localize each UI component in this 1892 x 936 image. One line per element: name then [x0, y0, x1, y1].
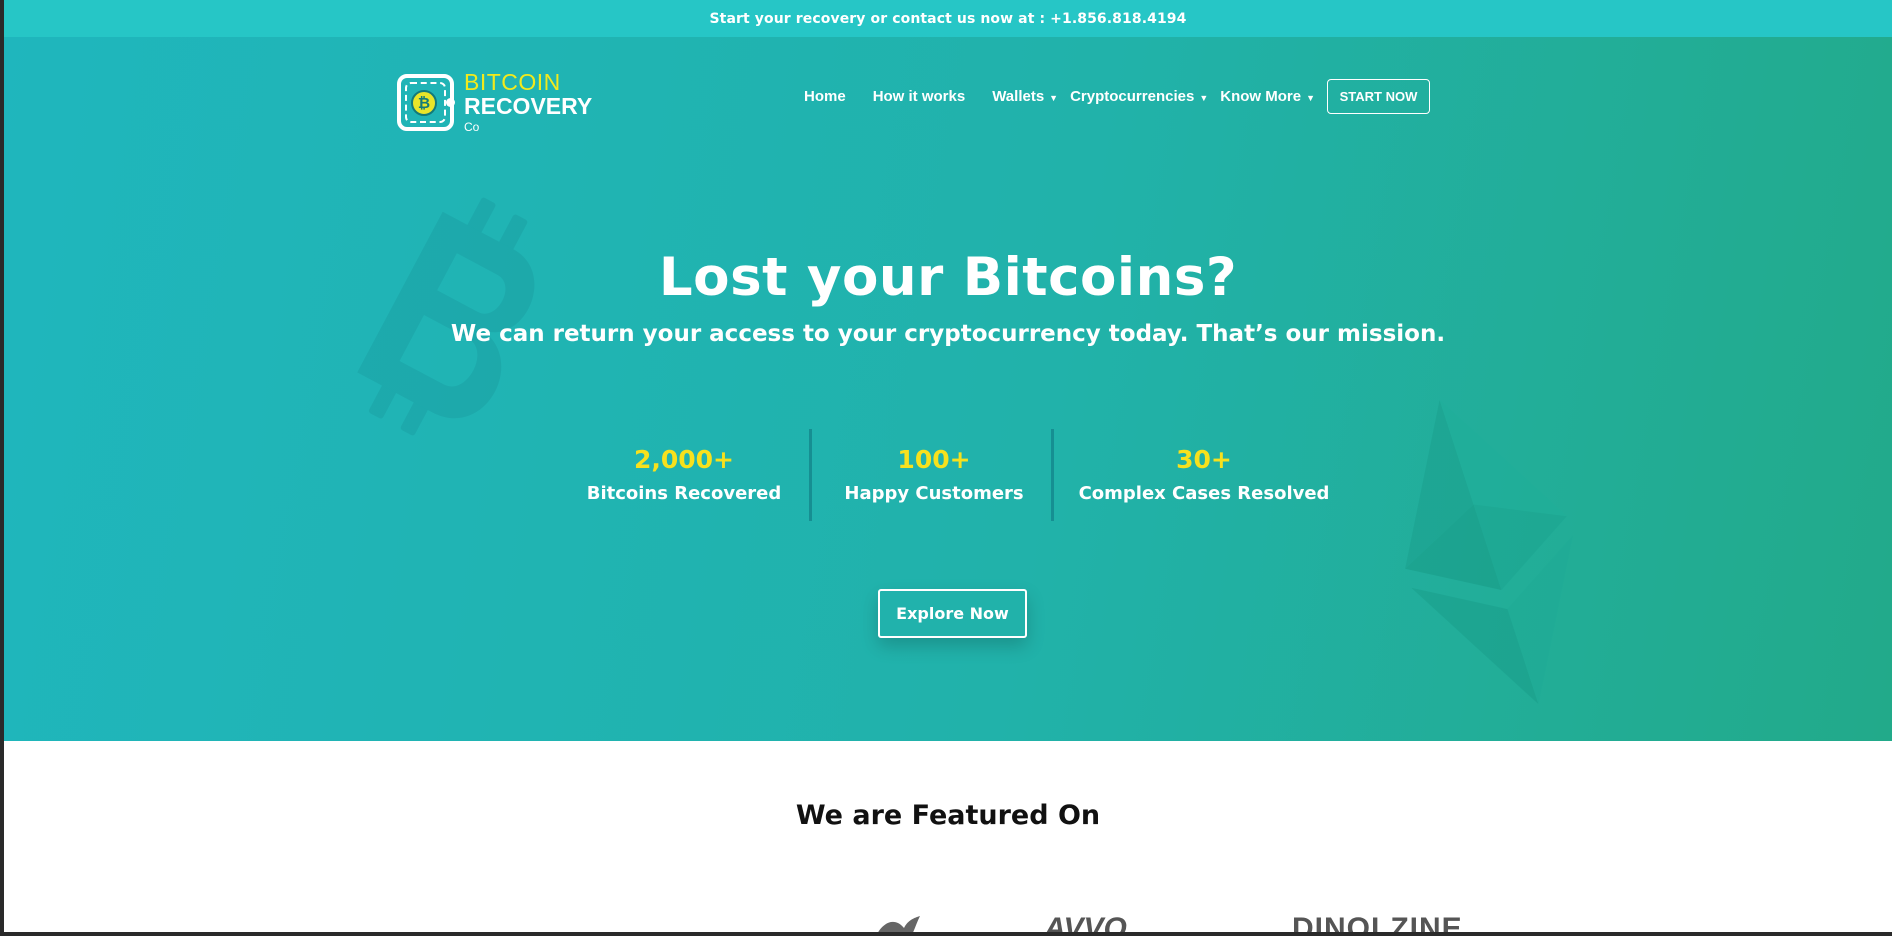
main-nav: Home How it works Wallets ▼ Cryptocurren… — [804, 78, 1430, 114]
bitcoin-logo-icon — [357, 197, 535, 436]
chevron-down-icon: ▼ — [1049, 93, 1059, 103]
page-frame: Start your recovery or contact us now at… — [4, 0, 1892, 932]
featured-logos: AVVO DINOLZINE — [4, 912, 1892, 932]
partner-avvo-logo[interactable]: AVVO — [1044, 914, 1127, 933]
start-now-button[interactable]: START NOW — [1327, 78, 1430, 114]
stat-divider — [809, 429, 812, 521]
nav-home[interactable]: Home — [804, 88, 846, 105]
chevron-down-icon: ▼ — [1199, 93, 1209, 103]
hero-subtitle: We can return your access to your crypto… — [450, 321, 1446, 347]
explore-now-button[interactable]: Explore Now — [878, 589, 1027, 638]
partner-bird-logo-icon[interactable] — [874, 916, 922, 932]
stat-value: 2,000+ — [633, 445, 735, 474]
nav-cryptocurrencies[interactable]: Cryptocurrencies ▼ — [1070, 88, 1208, 105]
nav-how-it-works[interactable]: How it works — [873, 88, 966, 105]
featured-title: We are Featured On — [795, 800, 1101, 831]
hero-title: Lost your Bitcoins? — [658, 247, 1238, 308]
hero-section: ₿ BITCOIN RECOVERY Co Home How it works … — [4, 37, 1892, 741]
stat-value: 100+ — [897, 445, 971, 474]
logo-line-2: RECOVERY — [464, 93, 593, 119]
chevron-down-icon: ▼ — [1306, 93, 1315, 103]
stat-value: 30+ — [1176, 445, 1232, 474]
stat-complex-cases: 30+ Complex Cases Resolved — [1074, 429, 1334, 521]
stat-bitcoins-recovered: 2,000+ Bitcoins Recovered — [579, 429, 789, 521]
stat-label: Complex Cases Resolved — [1078, 483, 1330, 504]
site-logo[interactable]: ₿ BITCOIN RECOVERY Co — [397, 71, 597, 137]
partner-dinolzine-logo[interactable]: DINOLZINE — [1292, 914, 1463, 933]
logo-line-3: Co — [464, 120, 480, 134]
stat-happy-customers: 100+ Happy Customers — [834, 429, 1034, 521]
nav-know-more[interactable]: Know More ▼ — [1220, 88, 1315, 105]
stats-row: 2,000+ Bitcoins Recovered 100+ Happy Cus… — [4, 429, 1892, 521]
top-contact-bar: Start your recovery or contact us now at… — [4, 0, 1892, 37]
stat-label: Happy Customers — [844, 483, 1024, 504]
stat-label: Bitcoins Recovered — [586, 483, 782, 504]
wallet-icon: ₿ — [397, 74, 455, 131]
bitcoin-coin-icon: ₿ — [411, 90, 437, 116]
stat-divider — [1051, 429, 1054, 521]
nav-wallets[interactable]: Wallets ▼ — [992, 88, 1058, 105]
logo-line-1: BITCOIN — [464, 69, 561, 95]
top-contact-text[interactable]: Start your recovery or contact us now at… — [709, 11, 1186, 27]
